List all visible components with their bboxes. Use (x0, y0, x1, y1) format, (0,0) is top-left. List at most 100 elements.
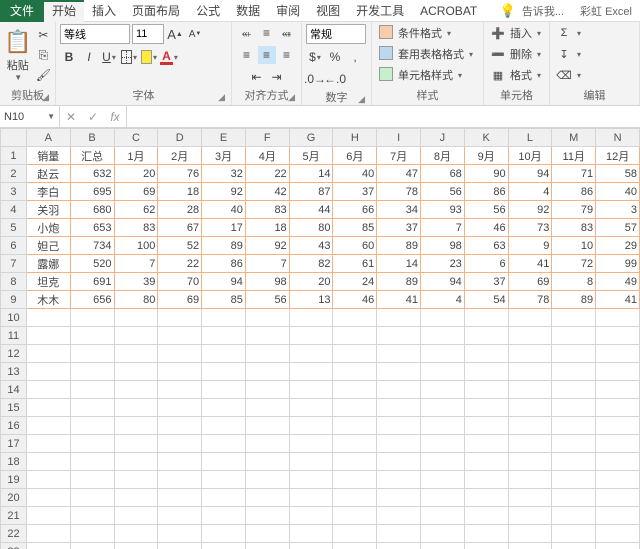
cell[interactable]: 69 (114, 183, 158, 201)
cell[interactable] (114, 417, 158, 435)
cell[interactable]: 22 (245, 165, 289, 183)
cell[interactable] (377, 543, 421, 549)
cell[interactable] (508, 543, 552, 549)
cell[interactable]: 71 (552, 165, 596, 183)
cell[interactable] (158, 507, 202, 525)
ribbon-tab[interactable]: 插入 (84, 0, 124, 22)
cell[interactable]: 56 (421, 183, 465, 201)
underline-button[interactable]: U▾ (100, 48, 118, 66)
cell[interactable]: 100 (114, 237, 158, 255)
cell[interactable] (26, 417, 70, 435)
cell[interactable] (289, 345, 333, 363)
row-header[interactable]: 11 (1, 327, 27, 345)
align-center-button[interactable]: ≡ (258, 46, 276, 64)
cell[interactable]: 坦克 (26, 273, 70, 291)
cell[interactable] (245, 507, 289, 525)
cell[interactable] (377, 471, 421, 489)
cell[interactable] (114, 435, 158, 453)
cell[interactable] (464, 345, 508, 363)
cell[interactable] (552, 381, 596, 399)
cell[interactable]: 4月 (245, 147, 289, 165)
cell[interactable]: 83 (245, 201, 289, 219)
cell[interactable] (158, 525, 202, 543)
cell[interactable]: 79 (552, 201, 596, 219)
cell[interactable]: 14 (377, 255, 421, 273)
cell[interactable] (26, 381, 70, 399)
cell[interactable]: 68 (421, 165, 465, 183)
cell[interactable]: 62 (114, 201, 158, 219)
cell[interactable] (26, 327, 70, 345)
cell[interactable]: 7 (114, 255, 158, 273)
cell[interactable]: 5月 (289, 147, 333, 165)
cell[interactable] (202, 507, 246, 525)
cell[interactable] (464, 435, 508, 453)
cell[interactable]: 80 (114, 291, 158, 309)
cell[interactable] (158, 453, 202, 471)
cell[interactable] (26, 345, 70, 363)
cell[interactable] (464, 309, 508, 327)
cell[interactable]: 40 (333, 165, 377, 183)
cell[interactable]: 695 (70, 183, 114, 201)
ribbon-tab[interactable]: 数据 (228, 0, 268, 22)
cell[interactable]: 56 (464, 201, 508, 219)
row-header[interactable]: 4 (1, 201, 27, 219)
cell[interactable] (377, 417, 421, 435)
cell[interactable]: 32 (202, 165, 246, 183)
cell[interactable]: 37 (377, 219, 421, 237)
cell[interactable]: 78 (508, 291, 552, 309)
cell[interactable] (70, 309, 114, 327)
cell[interactable] (596, 507, 640, 525)
cell[interactable] (70, 399, 114, 417)
cell[interactable] (377, 345, 421, 363)
cell[interactable] (245, 399, 289, 417)
decrease-font-button[interactable]: A▼ (186, 25, 204, 43)
cell[interactable]: 656 (70, 291, 114, 309)
cell[interactable] (158, 327, 202, 345)
enter-formula-button[interactable]: ✓ (82, 110, 104, 124)
ribbon-tab[interactable]: 公式 (188, 0, 228, 22)
cell[interactable] (508, 525, 552, 543)
cell[interactable] (158, 435, 202, 453)
cell[interactable] (508, 453, 552, 471)
cell[interactable] (70, 543, 114, 549)
column-header[interactable]: F (245, 129, 289, 147)
cell[interactable] (333, 543, 377, 549)
cell[interactable]: 11月 (552, 147, 596, 165)
cell[interactable] (464, 381, 508, 399)
launcher-icon[interactable]: ◢ (42, 92, 49, 103)
cell[interactable] (421, 471, 465, 489)
cell[interactable] (421, 453, 465, 471)
cell[interactable] (70, 327, 114, 345)
cancel-formula-button[interactable]: ✕ (60, 110, 82, 124)
cell[interactable]: 2月 (158, 147, 202, 165)
number-format-select[interactable] (306, 24, 366, 44)
row-header[interactable]: 3 (1, 183, 27, 201)
cell[interactable] (70, 525, 114, 543)
cell[interactable]: 80 (289, 219, 333, 237)
column-header[interactable]: L (508, 129, 552, 147)
insert-function-button[interactable]: fx (104, 110, 126, 124)
row-header[interactable]: 13 (1, 363, 27, 381)
cell[interactable] (508, 471, 552, 489)
clear-button[interactable]: ⌫▾ (554, 66, 583, 84)
cell[interactable] (508, 489, 552, 507)
cell[interactable] (421, 309, 465, 327)
cell[interactable]: 39 (114, 273, 158, 291)
cell[interactable] (552, 399, 596, 417)
cell[interactable] (421, 435, 465, 453)
row-header[interactable]: 7 (1, 255, 27, 273)
cell[interactable] (333, 345, 377, 363)
cell[interactable] (552, 435, 596, 453)
cell[interactable]: 41 (596, 291, 640, 309)
cell[interactable] (202, 381, 246, 399)
cell[interactable] (70, 471, 114, 489)
increase-font-button[interactable]: A▲ (166, 25, 184, 43)
column-header[interactable]: H (333, 129, 377, 147)
cell[interactable] (202, 309, 246, 327)
cell[interactable]: 60 (333, 237, 377, 255)
cell[interactable] (508, 381, 552, 399)
cell[interactable]: 妲己 (26, 237, 70, 255)
ribbon-tab[interactable]: 审阅 (268, 0, 308, 22)
cell[interactable] (421, 489, 465, 507)
cell[interactable]: 14 (289, 165, 333, 183)
